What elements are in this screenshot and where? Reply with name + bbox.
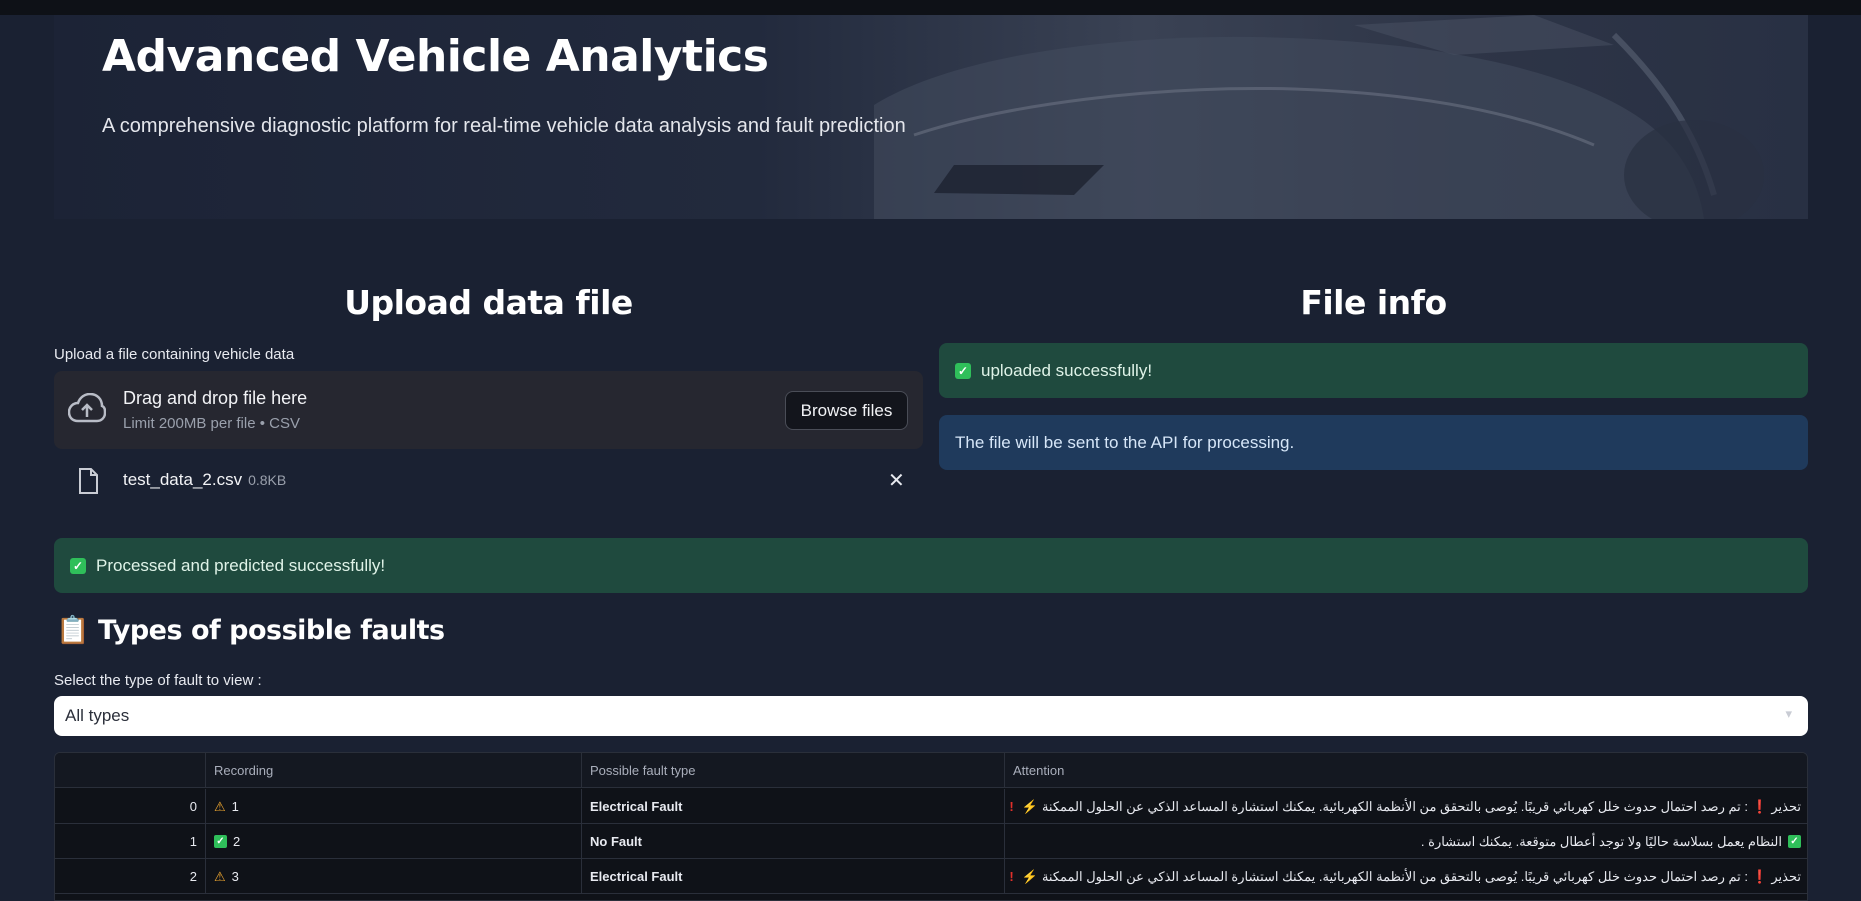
recording-value: 3 [231, 869, 239, 884]
recording-value: 1 [231, 799, 239, 814]
upload-heading: Upload data file [344, 283, 633, 322]
row-index: 0 [55, 789, 206, 824]
upload-success-text: uploaded successfully! [981, 360, 1153, 380]
faults-table[interactable]: Recording Possible fault type Attention … [54, 752, 1808, 901]
page-subtitle: A comprehensive diagnostic platform for … [102, 115, 906, 137]
check-icon: ✓ [955, 362, 971, 379]
header-fault-type[interactable]: Possible fault type [582, 753, 1005, 788]
processed-success-alert: ✓ Processed and predicted successfully! [54, 538, 1808, 593]
recording-cell: ⚠ 1 [206, 789, 582, 824]
attention-text: تحذير ❗ : تم رصد احتمال حدوث خلل كهربائي… [1041, 798, 1801, 814]
check-icon: ✓ [1788, 835, 1801, 848]
exclamation-icon: ! [1009, 869, 1014, 884]
upload-label: Upload a file containing vehicle data [54, 346, 295, 363]
header-attention[interactable]: Attention [1005, 753, 1807, 788]
file-icon [79, 468, 98, 494]
remove-file-close-icon[interactable]: ✕ [888, 468, 905, 492]
row-index: 2 [55, 859, 206, 894]
table-row[interactable]: 1 ✓ 2 No Fault النظام يعمل بسلاسة حاليًا… [55, 824, 1807, 859]
check-icon: ✓ [214, 835, 227, 848]
browse-files-button[interactable]: Browse files [785, 391, 908, 430]
fault-select-label: Select the type of fault to view : [54, 672, 262, 689]
row-index: 1 [55, 824, 206, 859]
header-index [55, 753, 206, 788]
attention-cell: ⚠ ! ⚡ تحذير ❗ : تم رصد احتمال حدوث خلل ك… [1005, 859, 1807, 894]
cloud-upload-icon [68, 393, 106, 423]
recording-cell: ⚠ 3 [206, 859, 582, 894]
warning-icon: ⚠ [214, 868, 226, 884]
upload-success-alert: ✓ uploaded successfully! [939, 343, 1808, 398]
warning-icon: ⚠ [214, 798, 226, 814]
table-row[interactable]: 2 ⚠ 3 Electrical Fault ⚠ ! ⚡ تحذير ❗ : ت… [55, 859, 1807, 894]
recording-value: 2 [233, 834, 241, 849]
page-title: Advanced Vehicle Analytics [102, 31, 769, 82]
dropzone-limit: Limit 200MB per file • CSV [123, 415, 300, 432]
fault-type-cell: Electrical Fault [582, 859, 1005, 894]
exclamation-icon: ! [1009, 799, 1014, 814]
api-info-text: The file will be sent to the API for pro… [955, 432, 1295, 452]
attention-text: تحذير ❗ : تم رصد احتمال حدوث خلل كهربائي… [1041, 868, 1801, 884]
fault-type-select-value: All types [65, 706, 130, 725]
table-header-row: Recording Possible fault type Attention [55, 753, 1807, 788]
uploaded-file-row: test_data_2.csv 0.8KB ✕ [54, 462, 923, 502]
file-info-heading: File info [1300, 283, 1447, 322]
lightning-icon: ⚡ [1021, 798, 1038, 814]
app-top-bar [0, 0, 1861, 15]
check-icon: ✓ [70, 557, 86, 574]
fault-type-cell: Electrical Fault [582, 789, 1005, 824]
fault-type-cell: No Fault [582, 824, 1005, 859]
attention-cell: ⚠ ! ⚡ تحذير ❗ : تم رصد احتمال حدوث خلل ك… [1005, 789, 1807, 824]
api-info-alert: The file will be sent to the API for pro… [939, 415, 1808, 470]
dropzone-instructions: Drag and drop file here [123, 388, 308, 408]
attention-cell: النظام يعمل بسلاسة حاليًا ولا توجد أعطال… [1005, 824, 1807, 859]
file-size: 0.8KB [248, 472, 287, 488]
file-name-text: test_data_2.csv [123, 470, 243, 489]
uploaded-file-name: test_data_2.csv 0.8KB [123, 470, 286, 490]
lightning-icon: ⚡ [1021, 868, 1038, 884]
hero-banner: Advanced Vehicle Analytics A comprehensi… [54, 15, 1808, 219]
attention-text: النظام يعمل بسلاسة حاليًا ولا توجد أعطال… [1420, 833, 1782, 849]
recording-cell: ✓ 2 [206, 824, 582, 859]
fault-type-select[interactable]: All types ▾ [54, 696, 1808, 736]
header-recording[interactable]: Recording [206, 753, 582, 788]
table-row[interactable]: 0 ⚠ 1 Electrical Fault ⚠ ! ⚡ تحذير ❗ : ت… [55, 789, 1807, 824]
faults-heading: 📋 Types of possible faults [56, 615, 445, 646]
chevron-down-icon: ▾ [1785, 706, 1792, 721]
processed-success-text: Processed and predicted successfully! [96, 555, 386, 575]
file-dropzone[interactable]: Drag and drop file here Limit 200MB per … [54, 371, 923, 449]
